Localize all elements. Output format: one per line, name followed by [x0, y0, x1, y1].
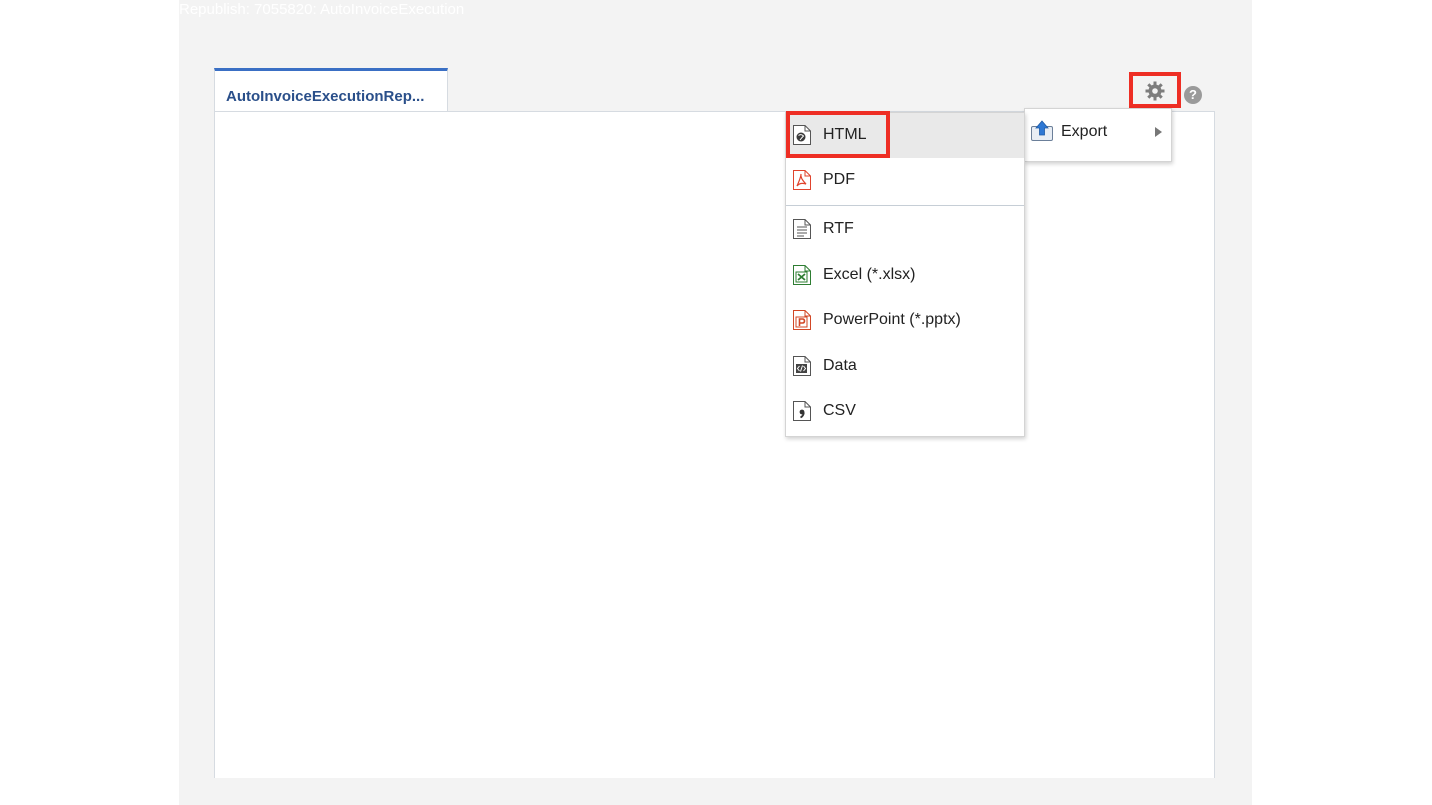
export-submenu: HTML PDF RTF Excel (*.xlsx) PowerPoint (…	[785, 112, 1025, 437]
window-title: Republish: 7055820: AutoInvoiceExecution	[179, 1, 465, 18]
submenu-item-rtf[interactable]: RTF	[786, 207, 1024, 252]
menu-item-export[interactable]: Export	[1029, 117, 1167, 147]
export-label: Export	[1061, 123, 1108, 140]
export-icon	[1031, 120, 1053, 141]
data-file-icon	[793, 356, 811, 376]
settings-menu: Export	[1024, 108, 1172, 162]
rtf-file-icon	[793, 219, 811, 239]
data-label: Data	[823, 357, 857, 374]
submenu-item-csv[interactable]: CSV	[786, 389, 1024, 434]
gear-icon	[1145, 81, 1165, 101]
html-file-icon	[793, 125, 811, 145]
rtf-label: RTF	[823, 220, 854, 237]
csv-file-icon	[793, 401, 811, 421]
submenu-item-html[interactable]: HTML	[786, 113, 1024, 158]
submenu-item-pdf[interactable]: PDF	[786, 158, 1024, 203]
tab-autoinvoice-report[interactable]: AutoInvoiceExecutionRep...	[214, 68, 448, 111]
help-icon[interactable]: ?	[1184, 86, 1202, 104]
pdf-file-icon	[793, 170, 811, 190]
report-content-panel	[214, 111, 1215, 778]
menu-divider	[786, 205, 1024, 206]
submenu-item-excel[interactable]: Excel (*.xlsx)	[786, 253, 1024, 298]
submenu-item-data[interactable]: Data	[786, 344, 1024, 389]
tab-label: AutoInvoiceExecutionRep...	[226, 88, 425, 105]
chevron-right-icon	[1155, 127, 1162, 137]
excel-label: Excel (*.xlsx)	[823, 266, 916, 283]
settings-gear-button[interactable]	[1129, 72, 1181, 108]
report-viewer: Republish: 7055820: AutoInvoiceExecution…	[179, 0, 1252, 805]
powerpoint-file-icon	[793, 310, 811, 330]
csv-label: CSV	[823, 402, 856, 419]
pdf-label: PDF	[823, 171, 855, 188]
submenu-item-powerpoint[interactable]: PowerPoint (*.pptx)	[786, 298, 1024, 343]
excel-file-icon	[793, 265, 811, 285]
powerpoint-label: PowerPoint (*.pptx)	[823, 311, 961, 328]
html-label: HTML	[823, 126, 867, 143]
